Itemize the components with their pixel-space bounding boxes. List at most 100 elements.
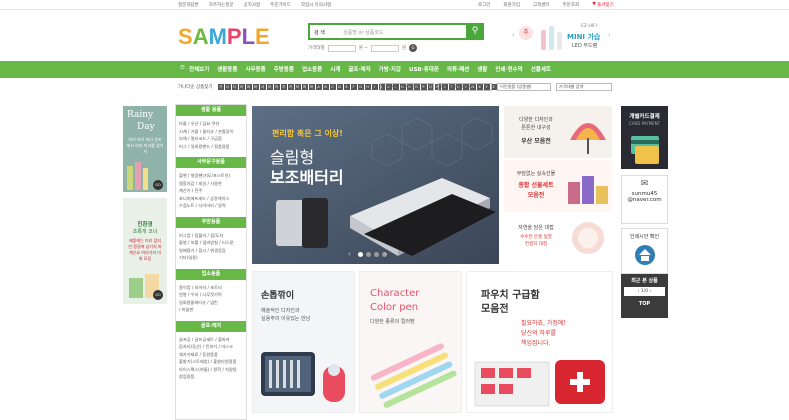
top-link[interactable]: 로그인 <box>478 2 490 8</box>
alphabet-key[interactable]: 가 <box>217 84 224 90</box>
alphabet-key[interactable]: F <box>350 84 357 90</box>
mini-promo-banner[interactable]: ‹ 추 EZ-HIFI MINI 가습 LED 무드램 › <box>512 20 611 54</box>
category-link[interactable]: 연봉 / 우지 / 나무젓가락 <box>179 291 243 299</box>
category-header[interactable]: 업소용품 <box>176 268 246 280</box>
email-box[interactable]: ✉ sunmu45 @naver.com <box>621 175 668 224</box>
recent-pager[interactable]: ‹ 1/0 › <box>624 287 665 296</box>
category-link[interactable]: 종이컵 / 라이터 / 포트리 <box>179 284 243 292</box>
nav-item[interactable]: 업소용품 <box>302 65 322 73</box>
alphabet-key[interactable]: A <box>315 84 322 90</box>
category-link[interactable]: 명함지갑 / 회일 / 사용한 <box>179 180 243 188</box>
alphabet-key[interactable]: G <box>357 84 364 90</box>
nail-clipper-banner[interactable]: 손톱깎이 예술적인 디자인과 실용주의 이유있는 만남 <box>252 271 355 413</box>
banner-next-icon[interactable]: › <box>384 250 387 258</box>
category-link[interactable]: 볼펜 / 형광펜(지도/포스트잇) <box>179 172 243 180</box>
select-2[interactable]: (자) 분개 (대상별) <box>438 83 492 91</box>
price-max-field[interactable] <box>370 44 399 52</box>
alphabet-key[interactable]: 마 <box>245 84 252 90</box>
top-link[interactable]: 자주하는질문 <box>209 2 234 8</box>
alphabet-key[interactable]: H <box>364 84 371 90</box>
category-link[interactable]: 포니미에프세드 / 상장케이스 <box>179 195 243 203</box>
nav-item[interactable]: 주방용품 <box>274 65 294 73</box>
category-link[interactable]: 기타(일용) <box>179 254 243 262</box>
alphabet-key[interactable]: B <box>322 84 329 90</box>
alphabet-key[interactable]: 아 <box>266 84 273 90</box>
color-pen-banner[interactable]: Character Color pen 다양한 종류의 컬러펜 <box>359 271 462 413</box>
recent-next-icon[interactable]: › <box>648 289 652 294</box>
select-3[interactable]: 어린얼품 (업종별) <box>497 83 551 91</box>
alphabet-key[interactable]: 타 <box>294 84 301 90</box>
category-link[interactable]: 시계 / 거울 / 물티슈 / 손톱깎이 <box>179 128 243 136</box>
chevron-left-icon[interactable]: ‹ <box>512 31 515 39</box>
chevron-right-icon[interactable]: › <box>608 31 611 39</box>
alphabet-key[interactable]: 자 <box>273 84 280 90</box>
category-header[interactable]: 사무문구용품 <box>176 157 246 168</box>
alphabet-key[interactable]: 사 <box>259 84 266 90</box>
price-min-field[interactable] <box>327 44 356 52</box>
alphabet-key[interactable]: 하 <box>308 84 315 90</box>
search-button[interactable]: ⚲ <box>466 23 484 40</box>
top-button[interactable]: TOP <box>621 301 668 307</box>
alphabet-key[interactable]: 바 <box>252 84 259 90</box>
rainy-go-button[interactable]: GO <box>153 180 163 190</box>
alphabet-key[interactable]: C <box>329 84 336 90</box>
site-logo[interactable]: SAMPLE <box>178 24 270 50</box>
category-link[interactable]: 머그컵 / 텀블러 / 컵/도자 <box>179 232 243 240</box>
card-payment-banner[interactable]: 개별카드결제 CARD PAYMENT <box>621 106 668 169</box>
category-header[interactable]: 생활 용품 <box>176 105 246 116</box>
nav-item[interactable]: 생활용품 <box>217 65 237 73</box>
nav-item[interactable]: 선물세트 <box>531 65 551 73</box>
top-link[interactable]: 고객센터 <box>533 2 550 8</box>
alphabet-key[interactable]: 차 <box>280 84 287 90</box>
category-link[interactable]: 물병 / 보틀 / 냄비받침 / 티스푼 <box>179 239 243 247</box>
search-category[interactable]: 검 색 <box>314 29 325 36</box>
banner-dot[interactable] <box>366 252 371 257</box>
alphabet-key[interactable]: 나 <box>224 84 231 90</box>
eco-banner[interactable]: 친환경 초록개 코너 제품에는 미리 없지만 환경에 남기지 퍼 계신요 여러가… <box>123 198 167 304</box>
bowl-banner[interactable]: 자연을 담은 대접 수수한 분홍 빛깔 컨셉지 대접 <box>504 214 612 264</box>
category-link[interactable]: 출발기(스트레칭) / 출발타원용품 <box>179 358 243 366</box>
category-link[interactable]: 등자티(등산) / 민보기 / 마스크 <box>179 343 243 351</box>
category-link[interactable]: 타올 / 우산 / 담요·쿠션 <box>179 120 243 128</box>
top-link[interactable]: 질문과답변 <box>178 2 199 8</box>
category-header[interactable]: 주방용품 <box>176 216 246 228</box>
category-link[interactable]: / 머슬판 <box>179 306 243 314</box>
nav-item[interactable]: 인쇄·현수막 <box>495 65 522 73</box>
umbrella-banner[interactable]: 다양한 디자인과 튼튼한 내구성 우산 모음전 <box>504 106 612 158</box>
banner-dot[interactable] <box>358 252 363 257</box>
alphabet-key[interactable]: 라 <box>238 84 245 90</box>
category-header[interactable]: 골프·레저 <box>176 320 246 332</box>
nav-item[interactable]: USB·휴대폰 <box>409 65 439 73</box>
category-link[interactable]: 머그 / 일회용밴드 / 정품용품 <box>179 143 243 151</box>
category-link[interactable]: 골프공 / 골프공세트 / 볼마커 <box>179 336 243 344</box>
alphabet-key[interactable]: 다 <box>231 84 238 90</box>
alphabet-key[interactable]: E <box>343 84 350 90</box>
rainy-day-banner[interactable]: Rainy Day 여기 여기 미리 준비 해서 여러 미리를 맞아서 GO <box>123 106 167 192</box>
nav-item[interactable]: 사무용품 <box>245 65 265 73</box>
category-link[interactable]: 밀폐용기 / 접시 / 위생장갑 <box>179 247 243 255</box>
nav-item[interactable]: 전체보기 <box>189 65 209 73</box>
top-link[interactable]: 공지사항 <box>244 2 261 8</box>
alphabet-key[interactable]: I <box>371 84 378 90</box>
banner-prev-icon[interactable]: ‹ <box>348 250 351 258</box>
top-link[interactable]: 회원가입 <box>503 2 520 8</box>
top-link[interactable]: 작업시 유의사항 <box>301 2 331 8</box>
gift-set-banner[interactable]: 부담없는 실속선물 종합 선물세트 모음전 <box>504 160 612 212</box>
banner-dot[interactable] <box>374 252 379 257</box>
alphabet-key[interactable]: 카 <box>287 84 294 90</box>
nav-item[interactable]: 생활 <box>477 65 487 73</box>
print-proof-box[interactable]: 인쇄시안 확인 <box>621 228 668 274</box>
search-input[interactable]: 상품명 or 상품코드 <box>343 29 384 36</box>
category-link[interactable]: 일회용물퍼티슈 / 냅킨 <box>179 299 243 307</box>
main-banner[interactable]: 편리함 혹은 그 이상! 슬림형 보조배터리 ‹ › <box>252 106 499 264</box>
top-link[interactable]: 주문조회 <box>563 2 580 8</box>
price-go-button[interactable]: G <box>409 44 418 52</box>
nav-item[interactable]: 골프·레저 <box>348 65 370 73</box>
nav-item[interactable]: 의류·패션 <box>447 65 469 73</box>
eco-go-button[interactable]: GO <box>153 290 163 300</box>
select-1[interactable]: 어린별로 (빨사행) <box>380 83 434 91</box>
category-link[interactable]: 창립용품 <box>179 373 243 381</box>
select-4[interactable]: 가격대별 검색 <box>556 83 612 91</box>
category-link[interactable]: 계산기 / 전주 <box>179 187 243 195</box>
category-link[interactable]: 아이스팩스(여름) / 원학 / 차량용 <box>179 366 243 374</box>
